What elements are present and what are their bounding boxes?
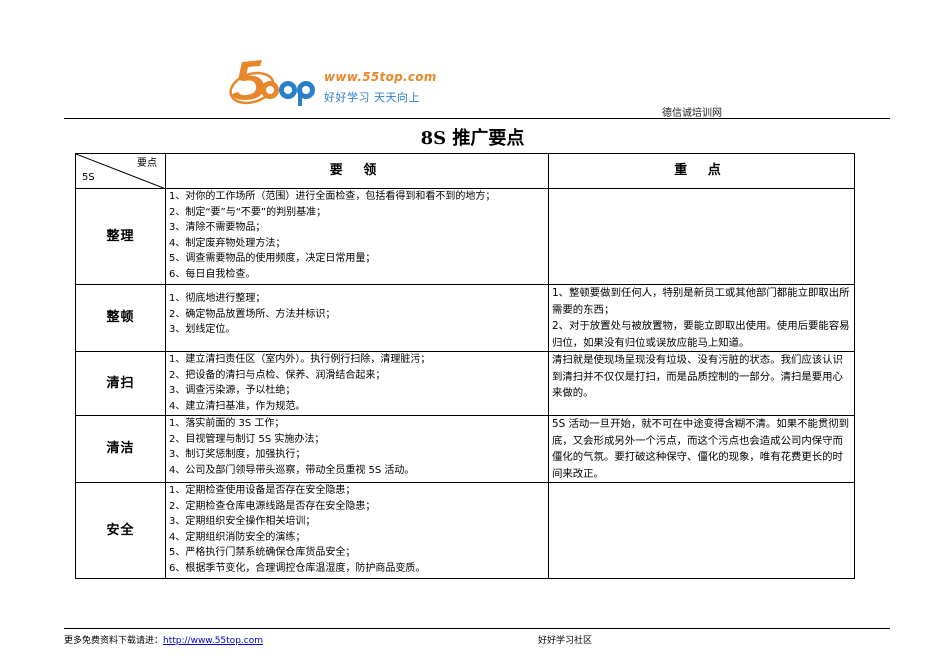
point-item: 3、划线定位。 [169, 324, 236, 336]
point-item: 1、彻底地进行整理； [169, 293, 266, 304]
row-key [548, 482, 855, 579]
footer-download-note: 更多免费资料下载请进：http://www.55top.com [64, 633, 263, 646]
row-key: 1、整顿要做到任何人，特别是新员工或其他部门都能立即取出所需要的东西； 2、对于… [548, 284, 855, 352]
point-item: 5、调查需要物品的使用频度，决定日常用量； [169, 253, 376, 265]
row-points: 1、定期检查使用设备是否存在安全隐患； 2、定期检查仓库电源线路是否存在安全隐患… [165, 482, 549, 579]
table-row: 整理 1、对你的工作场所（范围）进行全面检查，包括看得到和看不到的地方； 2、制… [75, 188, 855, 285]
footer-divider [64, 628, 890, 629]
points-table: 要点 5S 要 领 重 点 整理 1、对你的工作场所（范围）进行全面检查，包括看… [75, 153, 855, 579]
point-item: 1、落实前面的 3S 工作； [169, 418, 285, 429]
column-header-key: 重 点 [548, 153, 855, 189]
row-points: 1、彻底地进行整理； 2、确定物品放置场所、方法并标识； 3、划线定位。 [165, 284, 549, 352]
row-points: 1、建立清扫责任区（室内外）。执行例行扫除，清理脏污； 2、把设备的清扫与点检、… [165, 351, 549, 416]
corner-bottom-label: 5S [82, 172, 95, 184]
point-item: 1、对你的工作场所（范围）进行全面检查，包括看得到和看不到的地方； [169, 191, 496, 202]
row-name: 安全 [75, 482, 166, 579]
footer-community: 好好学习社区 [538, 636, 593, 646]
point-item: 3、定期组织安全操作相关培训； [169, 516, 316, 528]
row-points: 1、对你的工作场所（范围）进行全面检查，包括看得到和看不到的地方； 2、制定“要… [165, 188, 549, 285]
row-key [548, 188, 855, 285]
point-item: 2、定期检查仓库电源线路是否存在安全隐患； [169, 500, 376, 512]
footer-text: 更多免费资料下载请进： [64, 636, 164, 646]
row-name: 清洁 [75, 415, 166, 483]
table-row: 安全 1、定期检查使用设备是否存在安全隐患； 2、定期检查仓库电源线路是否存在安… [75, 482, 855, 579]
point-item: 4、公司及部门领导带头巡察，带动全员重视 5S 活动。 [169, 464, 415, 476]
point-item: 2、制定“要”与“不要”的判别基准； [169, 206, 327, 218]
point-item: 3、制订奖惩制度，加强执行； [169, 449, 306, 461]
footer-link[interactable]: http://www.55top.com [163, 636, 263, 646]
corner-header-cell: 要点 5S [75, 153, 166, 189]
table-row: 清洁 1、落实前面的 3S 工作； 2、目视管理与制订 5S 实施办法； 3、制… [75, 415, 855, 483]
point-item: 3、调查污染源，予以杜绝； [169, 385, 296, 397]
table-row: 整顿 1、彻底地进行整理； 2、确定物品放置场所、方法并标识； 3、划线定位。 … [75, 284, 855, 352]
point-item: 1、定期检查使用设备是否存在安全隐患； [169, 485, 356, 496]
point-item: 6、每日自我检查。 [169, 268, 256, 280]
corner-top-label: 要点 [137, 158, 157, 169]
row-key: 5S 活动一旦开始，就不可在中途变得含糊不清。如果不能贯彻到底，又会形成另外一个… [548, 415, 855, 483]
point-item: 4、建立清扫基准，作为规范。 [169, 400, 306, 412]
row-name: 整顿 [75, 284, 166, 352]
site-logo[interactable]: www.55top.com 好好学习 天天向上 [222, 52, 452, 114]
logo-url: www.55top.com [324, 70, 437, 84]
header-divider [64, 118, 890, 119]
table-header-row: 要点 5S 要 领 重 点 [75, 153, 855, 189]
point-item: 2、确定物品放置场所、方法并标识； [169, 308, 336, 320]
point-item: 2、把设备的清扫与点检、保养、润滑结合起来； [169, 369, 386, 381]
point-item: 3、清除不需要物品； [169, 222, 266, 234]
page-title: 8S 推广要点 [420, 128, 525, 149]
logo-slogan: 好好学习 天天向上 [324, 91, 420, 104]
row-name: 清扫 [75, 351, 166, 416]
point-item: 6、根据季节变化，合理调控仓库温湿度，防护商品变质。 [169, 562, 426, 574]
point-item: 2、目视管理与制订 5S 实施办法； [169, 433, 325, 445]
column-header-main: 要 领 [165, 153, 549, 189]
point-item: 4、制定废弃物处理方法； [169, 237, 286, 249]
row-points: 1、落实前面的 3S 工作； 2、目视管理与制订 5S 实施办法； 3、制订奖惩… [165, 415, 549, 483]
row-key: 清扫就是使现场呈现没有垃圾、没有污脏的状态。我们应该认识到清扫并不仅仅是打扫，而… [548, 351, 855, 416]
row-name: 整理 [75, 188, 166, 285]
header-org-name: 德信诚培训网 [662, 108, 722, 119]
point-item: 1、建立清扫责任区（室内外）。执行例行扫除，清理脏污； [169, 354, 431, 365]
point-item: 5、严格执行门禁系统确保仓库货品安全； [169, 547, 356, 559]
point-item: 4、定期组织消防安全的演练； [169, 531, 306, 543]
logo-mark-icon [229, 60, 315, 106]
table-row: 清扫 1、建立清扫责任区（室内外）。执行例行扫除，清理脏污； 2、把设备的清扫与… [75, 351, 855, 416]
